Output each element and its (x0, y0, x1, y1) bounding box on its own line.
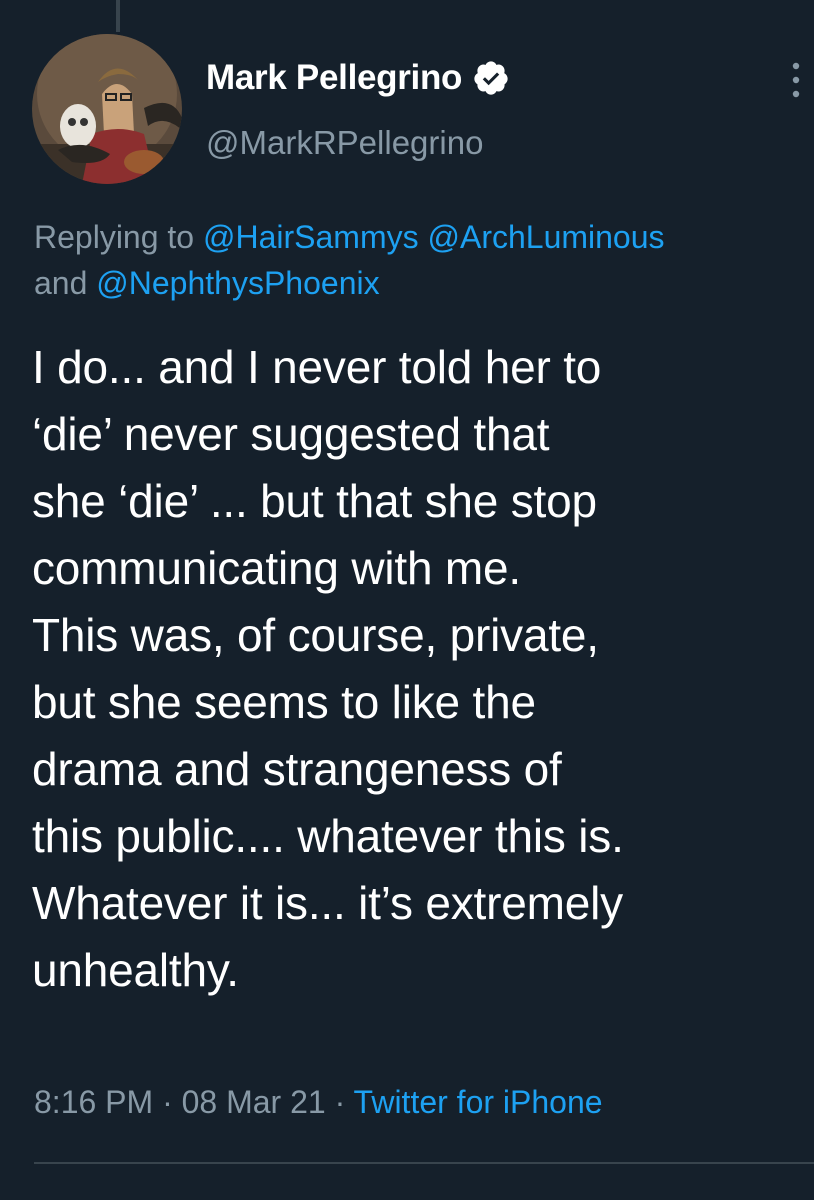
mention-link[interactable]: @ArchLuminous (427, 219, 664, 255)
mention-link[interactable]: @HairSammys (203, 219, 419, 255)
tweet-text-line: she ‘die’ ... but that she stop (32, 475, 597, 527)
replying-to-line-1: Replying to @HairSammys @ArchLuminous (34, 214, 814, 260)
meta-separator: · (334, 1084, 346, 1120)
avatar[interactable] (32, 34, 182, 184)
tweet-text-line: drama and strangeness of (32, 743, 562, 795)
tweet-meta: 8:16 PM · 08 Mar 21 · Twitter for iPhone (34, 1084, 603, 1121)
tweet-text-line: Whatever it is... it’s extremely (32, 877, 623, 929)
tweet-source-link[interactable]: Twitter for iPhone (354, 1084, 603, 1120)
author-handle[interactable]: @MarkRPellegrino (206, 124, 483, 162)
replying-to: Replying to @HairSammys @ArchLuminous an… (34, 214, 814, 306)
tweet-time[interactable]: 8:16 PM (34, 1084, 153, 1120)
tweet-text-line: this public.... whatever this is. (32, 810, 624, 862)
tweet-text-line: This was, of course, private, (32, 609, 599, 661)
tweet-text-line: but she seems to like the (32, 676, 536, 728)
author-display-name[interactable]: Mark Pellegrino (206, 58, 462, 98)
replying-to-conjunction: and (34, 265, 88, 301)
thread-connector-line (116, 0, 120, 32)
more-vertical-icon[interactable] (784, 60, 808, 100)
replying-to-label: Replying to (34, 219, 195, 255)
divider (34, 1162, 814, 1164)
tweet-text: I do... and I never told her to ‘die’ ne… (32, 334, 812, 1004)
tweet-text-line: communicating with me. (32, 542, 521, 594)
meta-separator: · (162, 1084, 173, 1120)
tweet-text-line: ‘die’ never suggested that (32, 408, 550, 460)
author-name-row[interactable]: Mark Pellegrino (206, 56, 510, 100)
mention-link[interactable]: @NephthysPhoenix (96, 265, 379, 301)
verified-badge-icon (474, 61, 508, 95)
tweet-date[interactable]: 08 Mar 21 (182, 1084, 326, 1120)
avatar-image (32, 34, 182, 184)
tweet-text-line: unhealthy. (32, 944, 239, 996)
replying-to-line-2: and @NephthysPhoenix (34, 260, 814, 306)
tweet-text-line: I do... and I never told her to (32, 341, 602, 393)
